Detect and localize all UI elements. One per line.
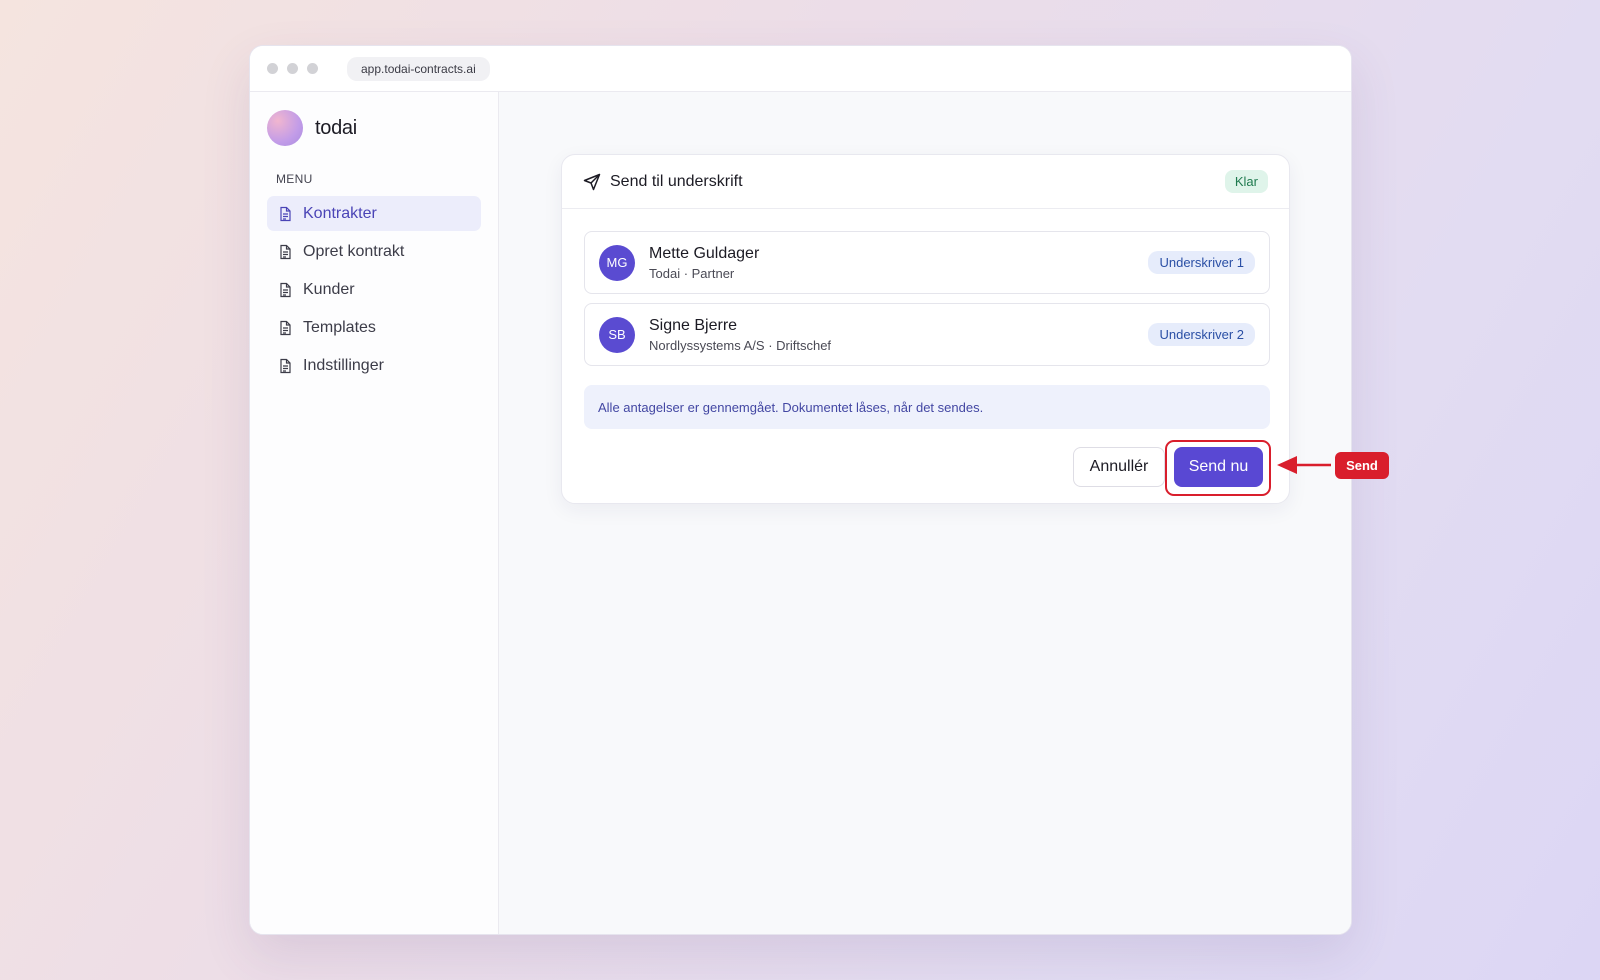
signer-role: Nordlyssystems A/S · Driftschef xyxy=(649,337,832,353)
sidebar-item-label: Indstillinger xyxy=(303,356,384,374)
main-content: Send til underskrift Klar MG Mette Gulda… xyxy=(499,92,1351,934)
annotation-callout: Send xyxy=(1335,452,1389,479)
sidebar-item-label: Templates xyxy=(303,318,376,336)
dialog-title: Send til underskrift xyxy=(610,172,743,190)
signer-row: MG Mette Guldager Todai · Partner Unders… xyxy=(584,231,1270,294)
signer-name: Mette Guldager xyxy=(649,244,760,262)
document-icon xyxy=(280,358,291,373)
brand: todai xyxy=(267,110,481,146)
send-now-button[interactable]: Send nu xyxy=(1174,447,1263,487)
signer-info: Signe Bjerre Nordlyssystems A/S · Drifts… xyxy=(649,317,1148,353)
sidebar-item-label: Opret kontrakt xyxy=(303,242,405,260)
window-minimize-dot[interactable] xyxy=(287,63,298,74)
send-for-signature-dialog: Send til underskrift Klar MG Mette Gulda… xyxy=(561,154,1290,504)
signer-order-badge: Underskriver 2 xyxy=(1148,323,1255,346)
dialog-header: Send til underskrift Klar xyxy=(562,155,1289,209)
document-icon xyxy=(280,244,291,259)
document-icon xyxy=(280,282,291,297)
sidebar-item-opret-kontrakt[interactable]: Opret kontrakt xyxy=(267,234,481,269)
brand-name: todai xyxy=(315,116,357,139)
sidebar-item-templates[interactable]: Templates xyxy=(267,310,481,345)
signer-order-badge: Underskriver 1 xyxy=(1148,251,1255,274)
signer-row: SB Signe Bjerre Nordlyssystems A/S · Dri… xyxy=(584,303,1270,366)
avatar: SB xyxy=(599,316,635,353)
annotation-arrow-icon xyxy=(1277,456,1331,474)
brand-logo-icon xyxy=(267,110,303,146)
signer-info: Mette Guldager Todai · Partner xyxy=(649,245,1148,281)
window-close-dot[interactable] xyxy=(267,63,278,74)
sidebar: todai MENU Kontrakter Opret kontrakt Kun… xyxy=(250,92,499,934)
sidebar-item-label: Kontrakter xyxy=(303,204,377,222)
avatar: MG xyxy=(599,244,635,281)
sidebar-item-indstillinger[interactable]: Indstillinger xyxy=(267,348,481,383)
document-icon xyxy=(280,320,291,335)
menu-label: MENU xyxy=(276,172,313,186)
sidebar-item-label: Kunder xyxy=(303,280,355,298)
signer-role: Todai · Partner xyxy=(649,265,735,281)
signer-name: Signe Bjerre xyxy=(649,316,738,334)
cancel-button[interactable]: Annullér xyxy=(1073,447,1165,487)
window-maximize-dot[interactable] xyxy=(307,63,318,74)
status-badge: Klar xyxy=(1224,170,1268,193)
title-bar: app.todai-contracts.ai xyxy=(250,46,1351,92)
sidebar-item-kontrakter[interactable]: Kontrakter xyxy=(267,196,481,231)
info-notice: Alle antagelser er gennemgået. Dokumente… xyxy=(584,385,1270,429)
sidebar-item-kunder[interactable]: Kunder xyxy=(267,272,481,307)
app-window: app.todai-contracts.ai todai MENU Kontra… xyxy=(249,45,1352,935)
url-bar[interactable]: app.todai-contracts.ai xyxy=(347,56,490,81)
send-icon xyxy=(583,173,601,190)
document-icon xyxy=(280,206,291,221)
